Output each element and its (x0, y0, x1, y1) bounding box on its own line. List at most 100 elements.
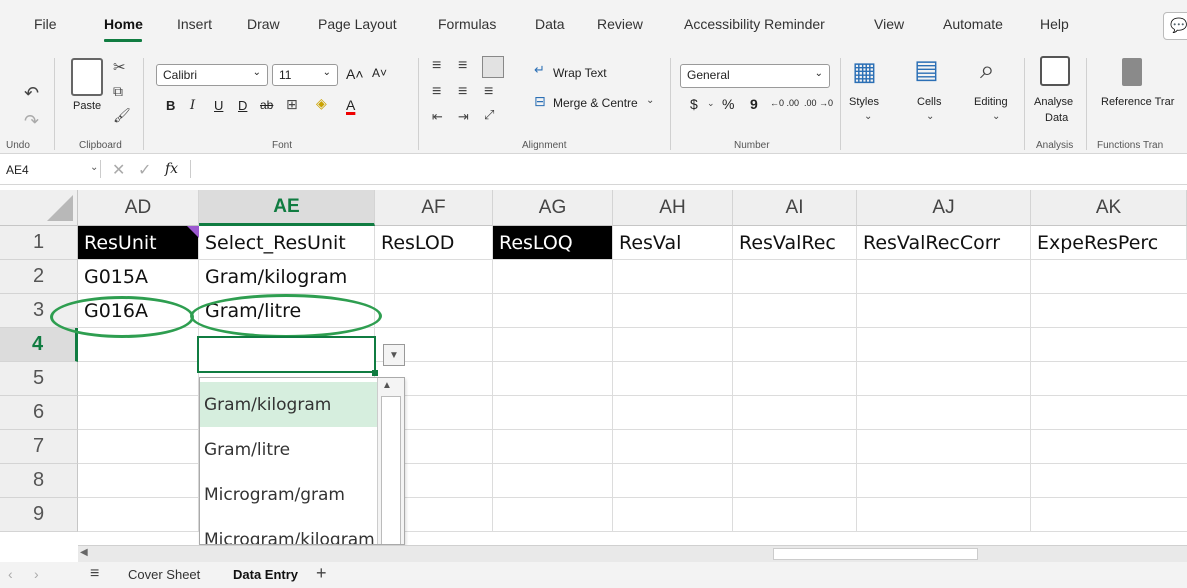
tab-review[interactable]: Review (597, 16, 643, 32)
cells-button[interactable]: Cells (917, 96, 941, 108)
grow-font-button[interactable]: A˄ (346, 66, 364, 82)
column-header-ah[interactable]: AH (613, 190, 733, 226)
dropdown-scrollbar[interactable]: ▲ (377, 378, 404, 544)
fill-color-icon[interactable]: ◈ (316, 96, 327, 110)
chevron-down-icon[interactable]: ⌄ (90, 162, 98, 173)
editing-button[interactable]: Editing (974, 96, 1008, 108)
row-header-5[interactable]: 5 (0, 362, 78, 396)
cell-ah1[interactable]: ResVal (613, 226, 733, 260)
cell-ak1[interactable]: ExpeResPerc (1031, 226, 1187, 260)
cell-ai1[interactable]: ResValRec (733, 226, 857, 260)
tab-formulas[interactable]: Formulas (438, 16, 496, 32)
reference-button[interactable]: Reference Trar (1101, 96, 1174, 108)
decrease-indent-icon[interactable]: ⇤ (432, 110, 443, 123)
dropdown-option[interactable]: Gram/kilogram (200, 382, 378, 427)
prev-sheet-icon[interactable]: ‹ (8, 566, 13, 582)
cell-aj1[interactable]: ResValRecCorr (857, 226, 1031, 260)
column-header-ag[interactable]: AG (493, 190, 613, 226)
name-box[interactable]: AE4 (6, 163, 29, 177)
row-header-9[interactable]: 9 (0, 498, 78, 532)
dropdown-option[interactable]: Microgram/kilogram (200, 517, 378, 545)
row-header-6[interactable]: 6 (0, 396, 78, 430)
tab-help[interactable]: Help (1040, 16, 1069, 32)
tab-home[interactable]: Home (104, 16, 143, 32)
next-sheet-icon[interactable]: › (34, 566, 39, 582)
font-size-select[interactable]: 11 ⌄ (272, 64, 338, 86)
fill-handle[interactable] (372, 370, 378, 376)
analyse-data-button-line1[interactable]: Analyse (1034, 96, 1073, 108)
font-color-button[interactable]: A (346, 97, 355, 113)
insert-function-button[interactable]: fx (165, 161, 178, 177)
tab-draw[interactable]: Draw (247, 16, 280, 32)
dropdown-arrow-button[interactable]: ▼ (383, 344, 405, 366)
chevron-down-icon[interactable]: ⌄ (646, 96, 654, 106)
comments-button[interactable]: 💬 (1163, 12, 1187, 40)
tab-page-layout[interactable]: Page Layout (318, 16, 397, 32)
strikethrough-button[interactable]: ab (260, 98, 273, 112)
row-header-2[interactable]: 2 (0, 260, 78, 294)
decrease-decimal-button[interactable]: .00 →0 (804, 98, 833, 108)
cell-ae2[interactable]: Gram/kilogram (199, 260, 375, 294)
enter-icon[interactable]: ✓ (138, 160, 151, 180)
dropdown-option[interactable]: Microgram/gram (200, 472, 378, 517)
all-sheets-menu-icon[interactable]: ≡ (90, 565, 99, 583)
underline-button[interactable]: U (214, 98, 223, 113)
cell-ae1[interactable]: Select_ResUnit (199, 226, 375, 260)
comma-style-button[interactable]: 9 (750, 96, 758, 112)
row-header-8[interactable]: 8 (0, 464, 78, 498)
cut-icon[interactable]: ✂ (113, 60, 126, 75)
align-middle-icon[interactable]: ≡ (458, 58, 467, 74)
column-header-ad[interactable]: AD (78, 190, 199, 226)
dropdown-option[interactable]: Gram/litre (200, 427, 378, 472)
add-sheet-button[interactable]: + (316, 563, 327, 584)
scroll-up-arrow-icon[interactable]: ▲ (382, 380, 392, 391)
sheet-tab-data-entry[interactable]: Data Entry (233, 567, 298, 582)
italic-button[interactable]: I (190, 98, 195, 113)
orientation-icon[interactable]: ⤢ (484, 108, 494, 121)
active-cell-ae4[interactable] (197, 336, 376, 373)
column-header-ak[interactable]: AK (1031, 190, 1187, 226)
select-all-button[interactable] (0, 190, 78, 226)
column-header-ai[interactable]: AI (733, 190, 857, 226)
tab-automate[interactable]: Automate (943, 16, 1003, 32)
wrap-text-button[interactable]: Wrap Text (553, 66, 607, 80)
undo-icon[interactable]: ↶ (24, 84, 39, 102)
increase-decimal-button[interactable]: ←0 .00 (770, 98, 799, 108)
redo-icon[interactable]: ↷ (24, 112, 39, 130)
cell-ad2[interactable]: G015A (78, 260, 199, 294)
double-underline-button[interactable]: D (238, 98, 247, 113)
align-center-icon[interactable]: ≡ (458, 84, 467, 100)
row-header-7[interactable]: 7 (0, 430, 78, 464)
format-painter-icon[interactable]: 🖌 (113, 108, 131, 122)
copy-icon[interactable]: ⧉ (113, 84, 123, 98)
sheet-tab-cover-sheet[interactable]: Cover Sheet (128, 567, 200, 582)
cell-ag1[interactable]: ResLOQ (493, 226, 613, 260)
paste-button-label[interactable]: Paste (73, 100, 101, 112)
styles-button[interactable]: Styles (849, 96, 879, 108)
font-name-select[interactable]: Calibri ⌄ (156, 64, 268, 86)
column-header-aj[interactable]: AJ (857, 190, 1031, 226)
scroll-thumb[interactable] (381, 396, 401, 544)
horizontal-scrollbar[interactable]: ◀ (78, 545, 1187, 562)
paste-icon[interactable] (71, 58, 103, 96)
align-right-icon[interactable]: ≡ (484, 84, 493, 100)
tab-insert[interactable]: Insert (177, 16, 212, 32)
row-header-1[interactable]: 1 (0, 226, 78, 260)
bold-button[interactable]: B (166, 98, 175, 113)
tab-data[interactable]: Data (535, 16, 565, 32)
analyse-data-button-line2[interactable]: Data (1045, 112, 1068, 124)
number-format-select[interactable]: General ⌄ (680, 64, 830, 88)
tab-file[interactable]: File (34, 16, 57, 32)
cell-af1[interactable]: ResLOD (375, 226, 493, 260)
row-header-4[interactable]: 4 (0, 328, 78, 362)
cell-ad1[interactable]: ResUnit (78, 226, 199, 260)
align-left-icon[interactable]: ≡ (432, 84, 441, 100)
align-top-icon[interactable]: ≡ (432, 58, 441, 74)
chevron-down-icon[interactable]: ⌄ (707, 99, 715, 108)
increase-indent-icon[interactable]: ⇥ (458, 110, 469, 123)
merge-centre-button[interactable]: Merge & Centre (553, 96, 638, 110)
validation-dropdown-list[interactable]: Gram/kilogram Gram/litre Microgram/gram … (199, 377, 405, 545)
column-header-af[interactable]: AF (375, 190, 493, 226)
tab-view[interactable]: View (874, 16, 904, 32)
scroll-left-arrow-icon[interactable]: ◀ (80, 547, 88, 558)
